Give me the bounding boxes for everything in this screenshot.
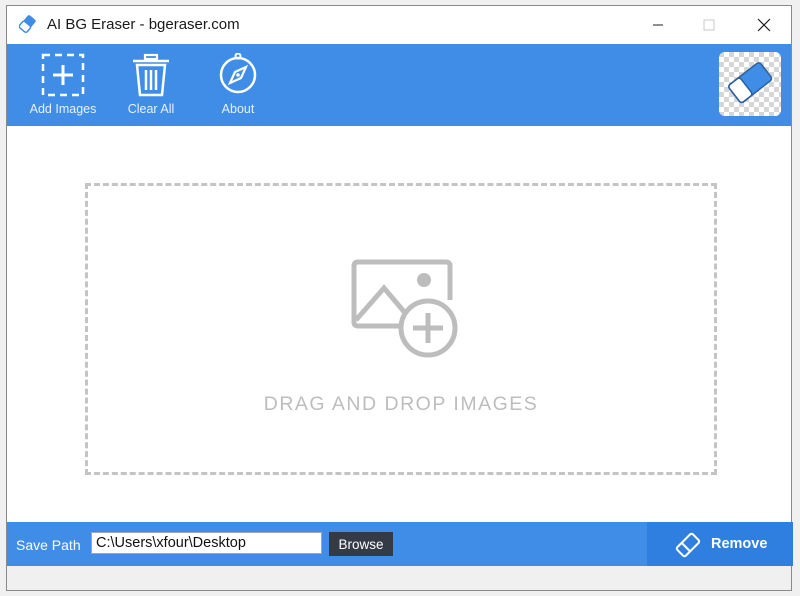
drop-zone-text: DRAG AND DROP IMAGES bbox=[263, 393, 539, 415]
browse-button[interactable]: Browse bbox=[329, 532, 393, 556]
eraser-outline-icon bbox=[675, 532, 701, 558]
close-icon bbox=[757, 18, 771, 32]
maximize-icon bbox=[703, 19, 715, 31]
add-images-label: Add Images bbox=[29, 102, 97, 116]
remove-label: Remove bbox=[711, 536, 768, 552]
minimize-icon bbox=[653, 24, 663, 26]
image-add-icon bbox=[351, 259, 458, 358]
maximize-button[interactable] bbox=[684, 6, 734, 44]
trash-icon bbox=[133, 53, 169, 97]
drop-zone[interactable]: DRAG AND DROP IMAGES bbox=[85, 183, 717, 475]
save-path-input[interactable] bbox=[91, 532, 322, 554]
clear-all-label: Clear All bbox=[127, 102, 175, 116]
minimize-button[interactable] bbox=[633, 6, 683, 44]
add-images-button[interactable]: Add Images bbox=[23, 44, 103, 126]
toolbar: Add Images Clear All About bbox=[7, 44, 791, 126]
app-eraser-icon bbox=[18, 15, 39, 35]
close-button[interactable] bbox=[739, 6, 789, 44]
app-window: AI BG Eraser - bgeraser.com Add Images C… bbox=[6, 5, 793, 591]
clear-all-button[interactable]: Clear All bbox=[111, 44, 191, 126]
eraser-icon bbox=[719, 52, 781, 116]
about-button[interactable]: About bbox=[198, 44, 278, 126]
title-bar[interactable]: AI BG Eraser - bgeraser.com bbox=[7, 6, 791, 44]
status-bar bbox=[7, 566, 791, 590]
main-area: DRAG AND DROP IMAGES bbox=[7, 126, 791, 522]
footer-bar: Save Path Browse Remove bbox=[7, 522, 793, 566]
save-path-label: Save Path bbox=[16, 537, 81, 553]
compass-icon bbox=[219, 53, 257, 94]
about-label: About bbox=[221, 102, 255, 116]
brand-logo bbox=[719, 52, 781, 116]
window-title: AI BG Eraser - bgeraser.com bbox=[47, 16, 240, 33]
add-image-icon bbox=[41, 53, 85, 97]
remove-button[interactable]: Remove bbox=[647, 522, 793, 566]
